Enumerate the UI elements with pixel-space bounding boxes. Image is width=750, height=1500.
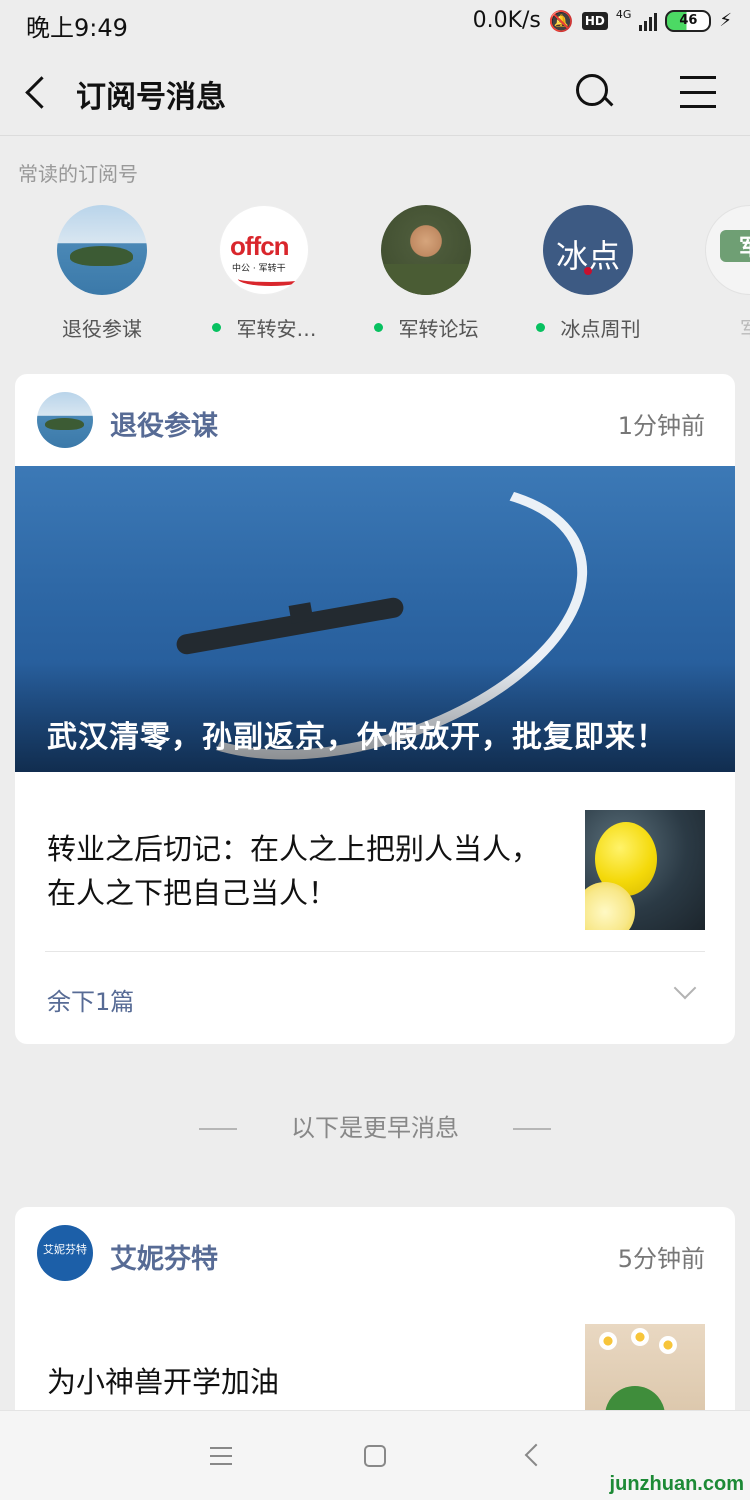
article-title: 转业之后切记：在人之上把别人当人，在人之下把自己当人！: [47, 832, 541, 910]
earlier-messages-divider: 以下是更早消息: [0, 1108, 750, 1143]
top-bar: 订阅号消息: [0, 48, 750, 136]
home-icon[interactable]: [364, 1445, 386, 1467]
unread-dot: [535, 323, 545, 332]
message-time: 1分钟前: [617, 412, 705, 440]
frequent-account-junzhuanluntan[interactable]: 军转论坛: [345, 205, 507, 342]
frequent-account-tuiyicanmou[interactable]: 退役参谋: [21, 205, 183, 342]
signal-icon: [639, 11, 658, 31]
article-title: 为小神兽开学加油: [47, 1365, 280, 1399]
card-header[interactable]: 退役参谋 1分钟前: [15, 374, 735, 466]
expand-more-button[interactable]: 余下1篇: [15, 952, 735, 1042]
frequent-accounts-row[interactable]: 退役参谋 offcn 中公 · 军转干 军转安… 军转论坛 冰点 冰点周刊 军 …: [0, 205, 750, 345]
hero-title: 武汉清零，孙副返京，休假放开，批复即来！: [47, 720, 667, 755]
frequent-account-partial[interactable]: 军 军: [669, 205, 750, 342]
battery-level: 46: [679, 13, 698, 28]
frequent-section-label: 常读的订阅号: [18, 162, 138, 186]
frequent-account-bingdianzhoukan[interactable]: 冰点 冰点周刊: [507, 205, 669, 342]
chevron-down-icon: [673, 976, 697, 1000]
army-logo: 军: [705, 205, 750, 295]
account-name: 军: [740, 313, 750, 342]
network-type: 4G: [615, 8, 632, 21]
account-name: 冰点周刊: [560, 317, 641, 341]
bell-off-icon: 🔕: [548, 8, 574, 33]
status-time: 晚上9:49: [26, 14, 128, 42]
charging-icon: ⚡: [719, 10, 732, 31]
back-icon[interactable]: [20, 68, 60, 116]
card-header[interactable]: 艾妮芬特 艾妮芬特 5分钟前: [15, 1207, 735, 1299]
bingdian-logo: 冰点: [543, 205, 633, 295]
network-speed: 0.0K/s: [472, 8, 541, 33]
avatar: [37, 392, 93, 448]
more-label: 余下1篇: [47, 988, 135, 1016]
watermark: junzhuan.com: [609, 1473, 744, 1495]
account-name: 军转论坛: [398, 317, 479, 341]
article-thumbnail: [585, 810, 705, 930]
account-name: 退役参谋: [62, 317, 142, 341]
hd-badge: HD: [581, 11, 608, 30]
account-name[interactable]: 艾妮芬特: [110, 1237, 218, 1276]
message-card: 退役参谋 1分钟前 武汉清零，孙副返京，休假放开，批复即来！ 转业之后切记：在人…: [15, 374, 735, 1044]
status-indicators: 0.0K/s 🔕 HD 4G 46 ⚡: [473, 8, 732, 33]
system-nav-bar: junzhuan.com: [0, 1410, 750, 1500]
back-nav-icon[interactable]: [524, 1443, 548, 1467]
account-name: 军转安…: [236, 317, 317, 341]
page-title: 订阅号消息: [76, 80, 226, 115]
menu-icon[interactable]: [680, 74, 716, 110]
hero-article[interactable]: 武汉清零，孙副返京，休假放开，批复即来！: [15, 466, 735, 772]
unread-dot: [373, 323, 383, 332]
offcn-logo: offcn 中公 · 军转干: [219, 205, 309, 295]
avatar: 艾妮芬特: [37, 1225, 93, 1281]
avatar: [57, 205, 147, 295]
battery-icon: 46: [665, 9, 712, 32]
search-icon[interactable]: [572, 70, 616, 114]
recent-apps-icon[interactable]: [210, 1447, 232, 1465]
article-item[interactable]: 转业之后切记：在人之上把别人当人，在人之下把自己当人！: [15, 772, 735, 952]
account-name[interactable]: 退役参谋: [110, 404, 218, 443]
unread-dot: [211, 323, 221, 332]
status-bar: 晚上9:49 0.0K/s 🔕 HD 4G 46 ⚡: [0, 0, 750, 48]
message-time: 5分钟前: [617, 1245, 705, 1273]
avatar: [381, 205, 471, 295]
frequent-account-junzhuanan[interactable]: offcn 中公 · 军转干 军转安…: [183, 205, 345, 342]
